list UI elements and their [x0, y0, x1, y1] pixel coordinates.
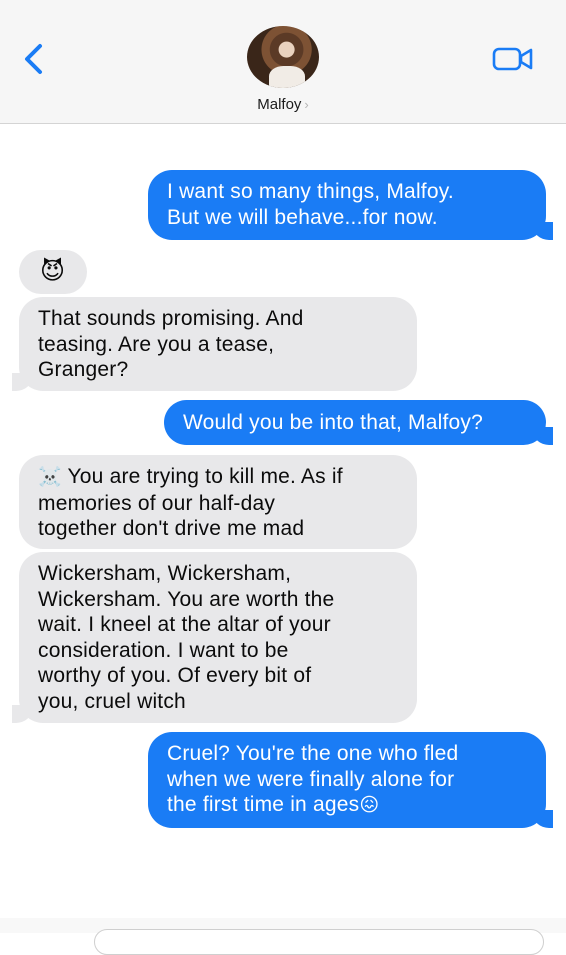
message-bubble-sent[interactable]: Cruel? You're the one who fled when we w… [148, 732, 553, 828]
contact-name-button[interactable]: Malfoy › [0, 96, 566, 113]
back-chevron-icon[interactable] [20, 42, 48, 76]
contact-avatar[interactable] [247, 26, 319, 88]
video-camera-icon[interactable] [492, 44, 534, 74]
message-bubble-received[interactable]: ☠️ You are trying to kill me. As if memo… [19, 455, 417, 549]
confounded-face-emoji: 😖 [359, 794, 380, 816]
smiling-devil-emoji: 😈 [40, 258, 66, 285]
message-text: Cruel? You're the one who fled when we w… [167, 742, 459, 816]
chevron-right-icon: › [304, 97, 309, 112]
contact-name-label: Malfoy [257, 96, 302, 113]
skull-crossbones-emoji: ☠️ [38, 466, 62, 488]
message-bubble-sent[interactable]: I want so many things, Malfoy. But we wi… [148, 170, 553, 240]
message-bubble-sent[interactable]: Would you be into that, Malfoy? [164, 400, 553, 445]
message-bubble-received[interactable]: Wickersham, Wickersham, Wickersham. You … [12, 552, 417, 723]
message-bubble-received[interactable]: 😈 [19, 250, 87, 294]
message-bubble-received[interactable]: That sounds promising. And teasing. Are … [12, 297, 417, 391]
message-text: You are trying to kill me. As if memorie… [38, 465, 343, 540]
conversation-header: Malfoy › [0, 0, 566, 124]
